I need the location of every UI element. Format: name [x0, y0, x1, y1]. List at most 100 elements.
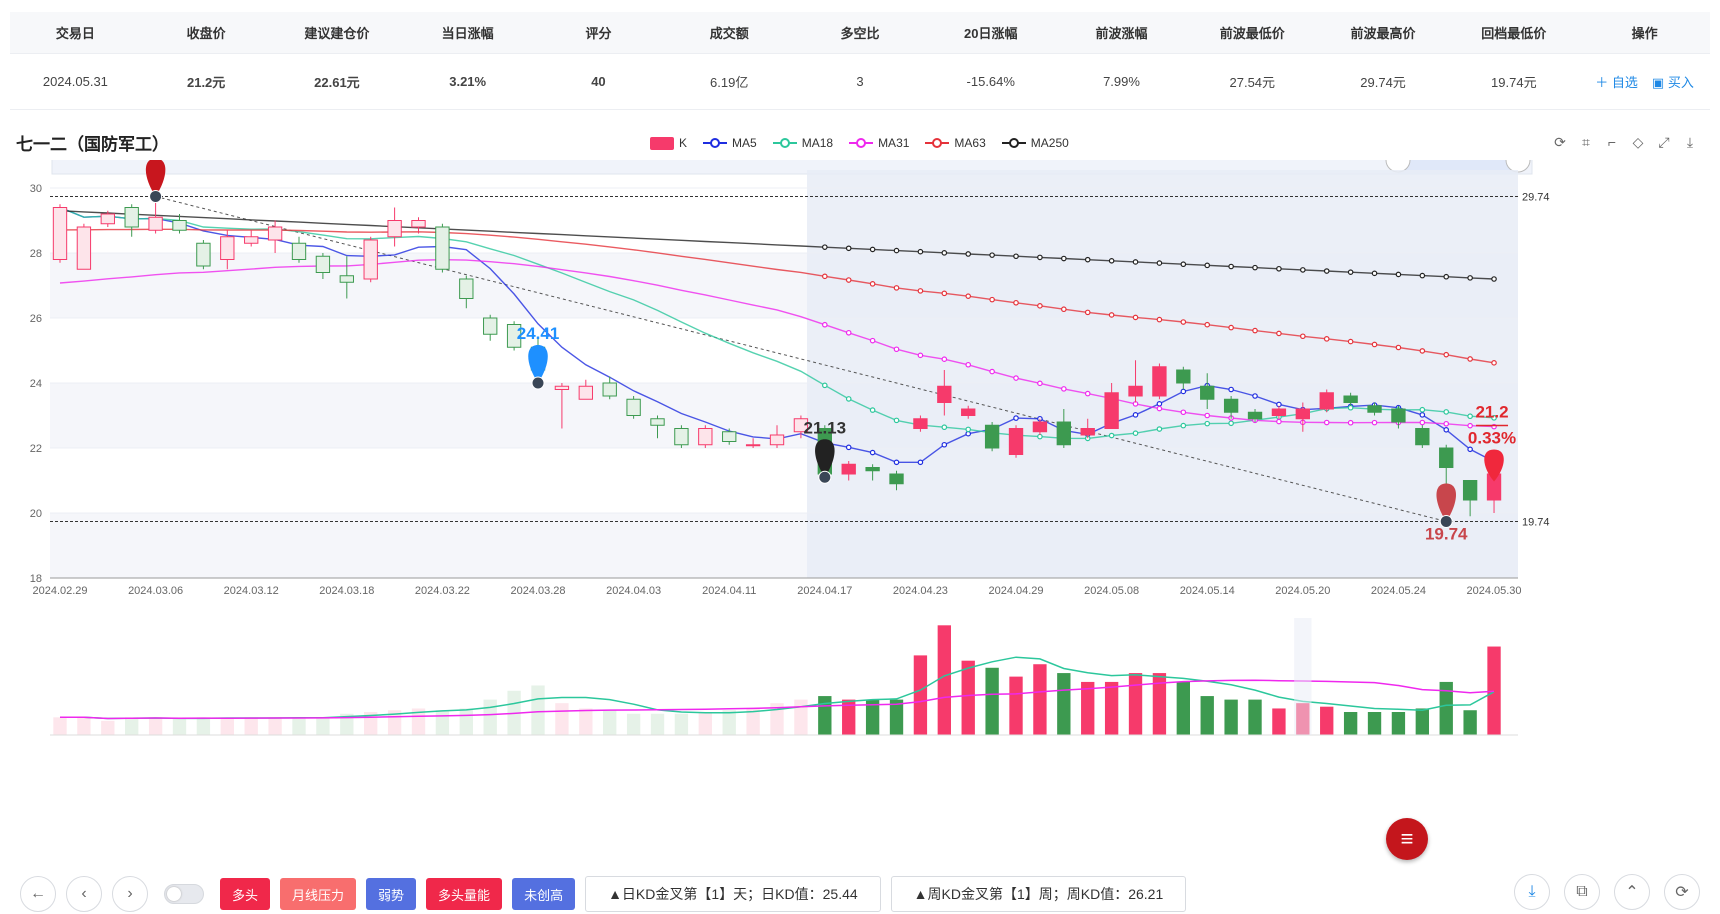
candle-body	[267, 226, 283, 241]
y-tick-label: 26	[30, 313, 42, 325]
ma5-line-point	[1419, 412, 1426, 418]
menu-fab[interactable]: ≡	[1386, 818, 1428, 860]
ma5-line-point	[1132, 412, 1139, 418]
candle-body	[148, 216, 163, 231]
zoom-reset-icon[interactable]: ⌐	[1604, 134, 1620, 150]
ma250-line-point	[1084, 256, 1091, 263]
bottom-toolbar: ← ‹ › 多头 月线压力 弱势 多头量能 未创高 ▲日KD金叉第【1】天；日K…	[20, 874, 1187, 914]
back-button[interactable]: ←	[20, 876, 56, 912]
refresh-icon[interactable]: ⟳	[1552, 134, 1568, 150]
kline-chart[interactable]: 30 28 26 24 22 20 182024.02.29 2024.03.06 2024.0…	[0, 160, 1720, 840]
ma18-line-point	[1443, 409, 1450, 415]
volume-bar	[1248, 699, 1262, 735]
volume-bar	[698, 712, 712, 735]
ma5-line-point	[1013, 415, 1019, 421]
y-tick-label: 24	[30, 378, 42, 390]
candle-body	[1391, 408, 1406, 423]
legend-k[interactable]: K	[650, 136, 687, 150]
volume-bar	[1176, 681, 1190, 735]
tag-bull-volume[interactable]: 多头量能	[426, 878, 503, 910]
restore-icon[interactable]: ◇	[1630, 134, 1646, 150]
prev-button[interactable]: ‹	[66, 876, 102, 912]
volume-bar	[603, 710, 617, 735]
ma5-line-point	[1252, 393, 1258, 399]
volume-bar	[101, 720, 115, 735]
candle-body	[1200, 385, 1215, 400]
header-score: 评分	[585, 26, 612, 41]
legend-ma63[interactable]: MA63	[925, 136, 986, 150]
next-button[interactable]: ›	[112, 876, 148, 912]
legend-ma5[interactable]: MA5	[703, 136, 757, 150]
candle-body	[554, 385, 570, 390]
ma31-line-point	[1419, 419, 1426, 426]
download-button[interactable]: ⤓	[1514, 874, 1550, 910]
fullscreen-icon[interactable]: ⤢	[1656, 134, 1672, 150]
volume-bar	[961, 660, 975, 735]
legend-ma31[interactable]: MA31	[849, 136, 909, 150]
header-wave-low: 前波最低价	[1219, 26, 1285, 41]
ma63-line-point	[1204, 321, 1211, 328]
scroll-top-button[interactable]: ⌃	[1614, 874, 1650, 910]
volume-bar	[674, 713, 689, 735]
ma18-line-point	[1156, 426, 1163, 432]
chevron-right-icon: ›	[127, 885, 133, 902]
volume-bar	[626, 713, 641, 735]
ref-low-label: 19.74	[1522, 516, 1550, 528]
candle-body	[172, 220, 187, 231]
value-wave-high: 29.74元	[1360, 75, 1406, 90]
candle-body	[1223, 398, 1239, 413]
copy-button[interactable]: ⧉	[1564, 874, 1600, 910]
tag-no-new-high[interactable]: 未创高	[512, 878, 576, 910]
candle-body	[100, 213, 115, 225]
legend-ma250-swatch	[1001, 137, 1026, 149]
candle-body	[865, 467, 880, 472]
ma5-line-point	[917, 459, 924, 466]
tag-monthly-pressure[interactable]: 月线压力	[280, 878, 357, 910]
chevron-left-icon: ‹	[81, 885, 87, 902]
refresh-button[interactable]: ⟳	[1664, 874, 1700, 910]
ma5-line-point	[1228, 386, 1234, 393]
candle-body	[650, 418, 665, 426]
volume-bar	[1128, 673, 1143, 735]
add-watchlist-link[interactable]: ＋ 自选	[1595, 72, 1638, 91]
value-pull-low: 19.74元	[1491, 75, 1537, 90]
candle-body	[937, 385, 952, 403]
candle-body	[889, 473, 904, 485]
tag-weak[interactable]: 弱势	[366, 878, 417, 910]
volume-bar	[1367, 712, 1382, 735]
legend-ma250-label: MA250	[1030, 136, 1069, 150]
candle-body	[1247, 411, 1263, 420]
download-icon[interactable]: ⤓	[1682, 134, 1698, 150]
ma63-line-point	[1276, 330, 1282, 337]
ma250-line-point	[1037, 254, 1043, 261]
candle-body	[244, 236, 259, 244]
legend-ma250[interactable]: MA250	[1001, 136, 1069, 150]
volume-bar	[268, 717, 282, 735]
candle-body	[1128, 385, 1143, 397]
volume-bar	[818, 696, 832, 735]
ma63-line-point	[1347, 338, 1354, 345]
toggle-switch[interactable]	[164, 884, 204, 904]
buy-link[interactable]: ▣ 买入	[1652, 72, 1694, 91]
header-date: 交易日	[55, 26, 95, 41]
x-tick-label: 2024.04.23	[893, 585, 948, 597]
ma63-line-point	[1013, 299, 1019, 306]
summary-header-row: 交易日 收盘价 建议建仓价 当日涨幅 评分 成交额 多空比 20日涨幅 前波涨幅…	[10, 12, 1710, 54]
ma250-line-point	[1108, 258, 1115, 264]
ma31-line-point	[1037, 380, 1043, 387]
ma63-line-point	[1300, 333, 1306, 340]
zoom-area-icon[interactable]: ⌗	[1578, 134, 1594, 150]
ma18-line-point	[1347, 404, 1354, 411]
tag-bull[interactable]: 多头	[220, 878, 271, 910]
last-change-label: 0.33%	[1468, 429, 1516, 448]
x-tick-label: 2024.04.29	[988, 585, 1043, 597]
x-tick-label: 2024.05.30	[1466, 585, 1521, 597]
legend-ma18[interactable]: MA18	[772, 136, 833, 150]
ma5-line-point	[1156, 401, 1163, 407]
volume-bar	[483, 699, 497, 735]
right-toolbar: ⤓ ⧉ ⌃ ⟳	[1514, 874, 1700, 910]
volume-bar	[220, 719, 234, 735]
ma63-line-point	[989, 296, 995, 303]
candle-body	[411, 220, 426, 228]
x-tick-label: 2024.03.18	[319, 585, 374, 597]
